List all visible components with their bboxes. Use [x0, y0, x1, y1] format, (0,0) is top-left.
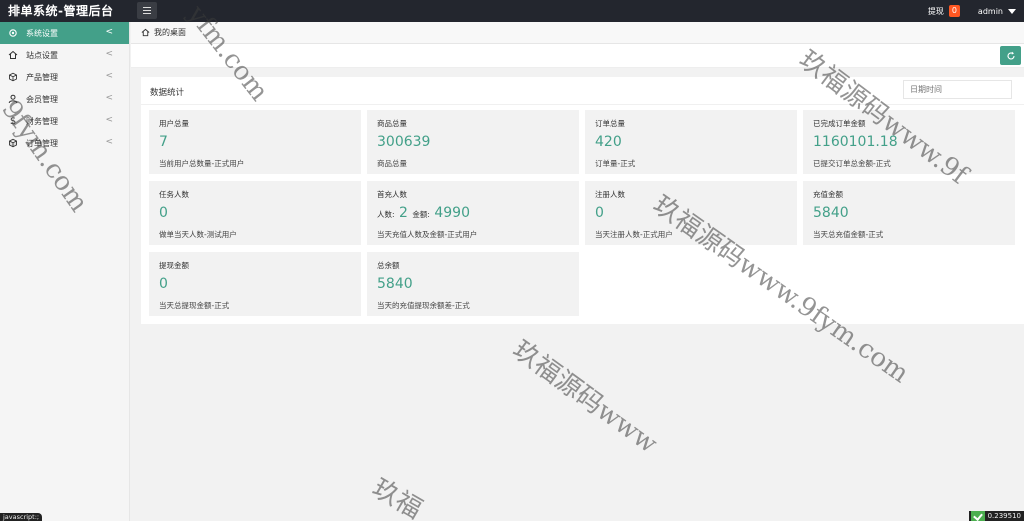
user-menu[interactable]: admin — [978, 7, 1016, 16]
stat-note: 商品总量 — [377, 159, 407, 168]
chevron-left-icon: < — [105, 115, 113, 125]
chevron-left-icon: < — [105, 137, 113, 147]
stat-label: 总余额 — [377, 261, 400, 270]
stat-value: 0 — [159, 205, 168, 221]
cube-icon — [7, 137, 19, 149]
chevron-left-icon: < — [105, 71, 113, 81]
refresh-icon — [1007, 51, 1015, 60]
date-time-input[interactable] — [903, 80, 1012, 99]
stat-label: 商品总量 — [377, 119, 407, 128]
stat-label: 任务人数 — [159, 190, 189, 199]
stat-value: 5840 — [377, 276, 413, 292]
stat-note: 当天充值人数及金额-正式用户 — [377, 230, 478, 239]
stat-value: 300639 — [377, 134, 431, 150]
home-icon — [141, 28, 150, 37]
stat-note: 当天注册人数-正式用户 — [595, 230, 673, 239]
box-icon — [7, 71, 19, 83]
sidebar: 系统设置 < 站点设置 < 产品管理 < 会员管理 < $ 财务管理 < 订单管… — [0, 22, 130, 521]
stat-note: 订单量-正式 — [595, 159, 636, 168]
sidebar-item-product-management[interactable]: 产品管理 < — [0, 66, 129, 88]
panel-title: 数据统计 — [150, 88, 185, 98]
stat-card-total-users: 用户总量 7 当前用户总数量-正式用户 — [149, 110, 361, 174]
hamburger-icon — [143, 10, 151, 11]
sidebar-item-label: 会员管理 — [26, 94, 58, 104]
stat-note: 已提交订单总金额-正式 — [813, 159, 891, 168]
status-bar-link: javascript:; — [0, 513, 43, 521]
stat-label: 提现金额 — [159, 261, 189, 270]
sidebar-item-system-settings[interactable]: 系统设置 < — [0, 22, 129, 44]
stat-label: 充值金额 — [813, 190, 843, 199]
top-navbar: 排单系统-管理后台 提现 0 admin — [0, 0, 1024, 22]
stat-value-compound: 人数: 2 金额: 4990 — [377, 205, 470, 221]
sidebar-item-order-management[interactable]: 订单管理 < — [0, 132, 129, 154]
watermark-text: 玖福源码www — [506, 334, 663, 460]
stat-card-first-recharge: 首充人数 人数: 2 金额: 4990 当天充值人数及金额-正式用户 — [367, 181, 579, 245]
stat-card-registrations: 注册人数 0 当天注册人数-正式用户 — [585, 181, 797, 245]
stat-label: 首充人数 — [377, 190, 407, 199]
refresh-button[interactable] — [1000, 46, 1021, 65]
people-label: 人数: — [377, 210, 395, 219]
gear-icon — [7, 27, 19, 39]
stat-card-total-balance: 总余额 5840 当天的充值提现余额差-正式 — [367, 252, 579, 316]
stat-label: 已完成订单金额 — [813, 119, 866, 128]
amount-label: 金额: — [412, 210, 430, 219]
stat-value: 0 — [595, 205, 604, 221]
stat-note: 当天总提现金额-正式 — [159, 301, 230, 310]
user-icon — [7, 93, 19, 105]
home-icon — [7, 49, 19, 61]
stat-card-completed-amount: 已完成订单金额 1160101.18 已提交订单总金额-正式 — [803, 110, 1015, 174]
app-title: 排单系统-管理后台 — [8, 4, 114, 18]
dollar-icon: $ — [9, 115, 17, 127]
withdraw-count-badge: 0 — [948, 5, 960, 17]
stat-label: 订单总量 — [595, 119, 625, 128]
watermark-text: 玖福 — [367, 473, 428, 521]
sidebar-item-site-settings[interactable]: 站点设置 < — [0, 44, 129, 66]
user-name: admin — [977, 6, 1003, 16]
stat-note: 当前用户总数量-正式用户 — [159, 159, 245, 168]
chevron-left-icon: < — [105, 27, 113, 37]
people-value: 2 — [398, 205, 408, 221]
sidebar-item-finance-management[interactable]: $ 财务管理 < — [0, 110, 129, 132]
stat-card-task-users: 任务人数 0 做单当天人数-测试用户 — [149, 181, 361, 245]
check-icon — [970, 511, 985, 521]
divider — [141, 104, 1024, 105]
chevron-left-icon: < — [105, 93, 113, 103]
stat-value: 1160101.18 — [813, 134, 898, 150]
stat-label: 用户总量 — [159, 119, 189, 128]
stat-note: 当天的充值提现余额差-正式 — [377, 301, 470, 310]
stat-card-total-products: 商品总量 300639 商品总量 — [367, 110, 579, 174]
stat-label: 注册人数 — [595, 190, 625, 199]
breadcrumb: 我的桌面 — [131, 22, 1024, 44]
content-toolbar — [131, 44, 1024, 68]
stat-value: 420 — [595, 134, 622, 150]
stat-note: 做单当天人数-测试用户 — [159, 230, 237, 239]
sidebar-item-label: 产品管理 — [26, 72, 58, 82]
withdraw-label: 提现 — [927, 6, 944, 16]
perf-indicator: 0.239510 — [968, 511, 1024, 521]
sidebar-item-member-management[interactable]: 会员管理 < — [0, 88, 129, 110]
stat-card-withdraw-amount: 提现金额 0 当天总提现金额-正式 — [149, 252, 361, 316]
sidebar-item-label: 站点设置 — [26, 50, 58, 60]
stat-note: 当天总充值金额-正式 — [813, 230, 884, 239]
stats-panel: 数据统计 用户总量 7 当前用户总数量-正式用户 商品总量 300639 商品总… — [141, 77, 1024, 324]
caret-down-icon — [1008, 8, 1016, 14]
breadcrumb-home-tab[interactable]: 我的桌面 — [154, 27, 186, 38]
sidebar-item-label: 订单管理 — [26, 138, 58, 148]
menu-toggle-button[interactable] — [137, 2, 157, 19]
top-right-actions: 提现 0 admin — [928, 3, 1016, 19]
stat-value: 5840 — [813, 205, 849, 221]
withdraw-link[interactable]: 提现 0 — [928, 5, 960, 17]
stat-card-total-orders: 订单总量 420 订单量-正式 — [585, 110, 797, 174]
stat-card-recharge-amount: 充值金额 5840 当天总充值金额-正式 — [803, 181, 1015, 245]
stat-value: 7 — [159, 134, 168, 150]
amount-value: 4990 — [434, 205, 470, 221]
perf-value: 0.239510 — [987, 512, 1021, 520]
stat-value: 0 — [159, 276, 168, 292]
sidebar-item-label: 系统设置 — [26, 28, 58, 38]
chevron-left-icon: < — [105, 49, 113, 59]
sidebar-item-label: 财务管理 — [26, 116, 58, 126]
